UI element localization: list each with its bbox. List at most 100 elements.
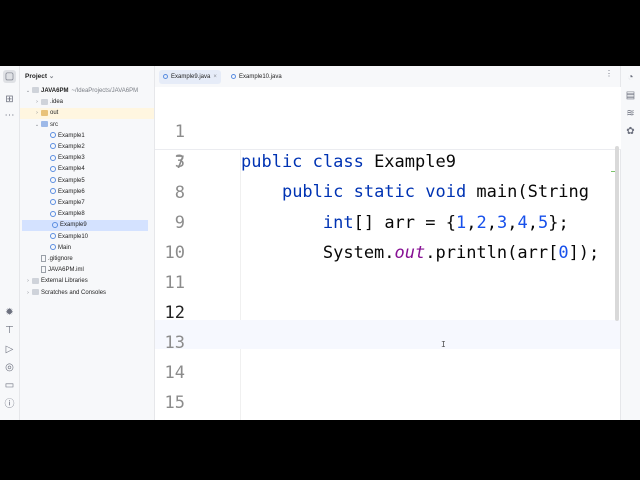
sticky-line[interactable]: 3 public static void main(String: [155, 117, 621, 202]
tree-item-label: JAVA6PM: [41, 88, 69, 94]
more-icon[interactable]: ⋯: [3, 109, 16, 122]
class-icon: [50, 188, 56, 195]
database-icon[interactable]: ▤: [624, 89, 637, 102]
code-line[interactable]: 11: [155, 268, 621, 298]
chevron-right-icon[interactable]: ›: [33, 97, 41, 108]
tree-item-label: Scratches and Consoles: [41, 289, 107, 296]
class-icon: [50, 143, 56, 150]
code-line[interactable]: 12: [155, 298, 621, 328]
class-icon: [163, 73, 168, 79]
editor-tabs: Example9.java × Example10.java ⋮: [155, 66, 621, 88]
tree-item[interactable]: Example8: [20, 209, 154, 220]
tree-item-label: Example1: [58, 132, 85, 139]
code-line[interactable]: 14: [155, 358, 621, 388]
code-line[interactable]: 9 int[] arr = {1,2,3,4,5};: [155, 208, 621, 238]
tree-item-label: Example9: [60, 222, 87, 229]
tree-item[interactable]: .gitignore: [20, 254, 154, 265]
tree-item-label: External Libraries: [41, 278, 88, 285]
tree-item-label: JAVA6PM.iml: [48, 267, 84, 274]
build-icon[interactable]: ⊤: [3, 324, 16, 337]
tree-item[interactable]: Example1: [20, 131, 154, 142]
tree-item[interactable]: ⌄ src: [20, 120, 154, 131]
chevron-down-icon[interactable]: ⌄: [24, 86, 32, 97]
editor-scrollbar[interactable]: [615, 146, 619, 321]
tab-example10[interactable]: Example10.java: [227, 70, 286, 84]
close-icon[interactable]: ×: [213, 74, 217, 80]
tree-item-label: Example3: [58, 155, 85, 162]
folder-icon: [32, 87, 39, 94]
tree-item-label: Example5: [58, 177, 85, 184]
debug-icon[interactable]: ✹: [3, 306, 16, 319]
tree-item[interactable]: › out: [20, 108, 154, 120]
line-number: 14: [164, 363, 185, 383]
sticky-line[interactable]: 1 public class Example9: [155, 87, 621, 172]
terminal-icon[interactable]: ▭: [3, 379, 16, 392]
tree-item-label: Example2: [58, 144, 85, 150]
tree-item[interactable]: Example2: [20, 142, 154, 153]
class-icon: [50, 132, 56, 139]
file-icon: [41, 266, 46, 274]
problems-icon[interactable]: ⓘ: [3, 398, 16, 411]
folder-icon: [41, 121, 48, 128]
run-icon[interactable]: ▷: [3, 343, 16, 356]
tree-item[interactable]: Example10: [20, 232, 154, 243]
tab-example9[interactable]: Example9.java ×: [159, 70, 221, 84]
sticky-line-text: public class Example9: [241, 152, 456, 172]
tree-item[interactable]: Example5: [20, 176, 154, 187]
folder-icon[interactable]: ▢: [3, 70, 16, 83]
tree-item[interactable]: Example6: [20, 187, 154, 198]
left-tool-strip: ▢ ⊞ ⋯ ✹ ⊤ ▷ ◎ ▭ ⓘ: [0, 66, 20, 420]
tree-item[interactable]: Example9: [22, 220, 148, 232]
tabs-more-icon[interactable]: ⋮: [605, 69, 613, 78]
class-icon: [50, 244, 56, 251]
folder-icon: [41, 98, 48, 105]
line-number: 10: [164, 243, 185, 263]
code-line-text: int[] arr = {1,2,3,4,5};: [322, 213, 569, 233]
line-number: 12: [164, 303, 185, 323]
file-icon: [41, 254, 46, 262]
code-line[interactable]: 10 System.out.println(arr[0]);: [155, 238, 621, 268]
chevron-down-icon[interactable]: ⌄: [33, 120, 41, 131]
tree-item-label: .idea: [50, 99, 64, 106]
project-panel: Project ⌄ ⌄ JAVA6PM ~/IdeaProjects/JAVA6PM…: [20, 66, 155, 420]
structure-icon[interactable]: ⊞: [3, 93, 16, 106]
tree-item[interactable]: Main: [20, 243, 154, 254]
maven-icon[interactable]: ≋: [624, 107, 637, 120]
class-icon: [52, 221, 58, 228]
ai-icon[interactable]: ✿: [624, 125, 637, 138]
tree-item-label: Example10: [58, 233, 89, 240]
class-icon: [50, 177, 56, 184]
folder-icon: [32, 277, 39, 284]
tree-item[interactable]: Example3: [20, 153, 154, 164]
class-icon: [50, 165, 56, 172]
code-line[interactable]: 15: [155, 388, 621, 418]
tree-item[interactable]: ⌄ JAVA6PM ~/IdeaProjects/JAVA6PM: [20, 86, 154, 97]
tree-item[interactable]: JAVA6PM.iml: [20, 265, 154, 276]
notifications-icon[interactable]: ◔: [624, 71, 637, 84]
line-number: 13: [164, 333, 185, 353]
tree-item[interactable]: › External Libraries: [20, 276, 154, 287]
text-cursor-icon: I: [441, 340, 446, 349]
tree-item-label: Example6: [58, 188, 85, 195]
chevron-right-icon[interactable]: ›: [33, 108, 41, 119]
folder-icon: [41, 109, 48, 116]
tree-item-label: Main: [58, 244, 72, 251]
tree-item-label: Example4: [58, 166, 85, 173]
editor-area: Example9.java× Example10.java ⋮ 6 int nu…: [155, 66, 621, 420]
tree-item[interactable]: › Scratches and Consoles: [20, 288, 154, 299]
tree-item-label: Example8: [58, 211, 85, 218]
services-icon[interactable]: ◎: [3, 361, 16, 374]
tree-item[interactable]: › .idea: [20, 97, 154, 108]
line-number: 15: [164, 393, 185, 413]
chevron-right-icon[interactable]: ›: [24, 288, 32, 299]
code-line[interactable]: 13: [155, 328, 621, 358]
tree-item[interactable]: Example4: [20, 164, 154, 175]
code-line-text: System.out.println(arr[0]);: [241, 243, 600, 263]
project-panel-title[interactable]: Project ⌄: [25, 72, 54, 80]
line-number: 11: [164, 273, 185, 293]
chevron-right-icon[interactable]: ›: [24, 276, 32, 287]
tree-item[interactable]: Example7: [20, 198, 154, 209]
tree-item-label: src: [50, 121, 58, 128]
tree-item-label: Example7: [58, 200, 85, 206]
project-path: ~/IdeaProjects/JAVA6PM: [71, 88, 139, 94]
